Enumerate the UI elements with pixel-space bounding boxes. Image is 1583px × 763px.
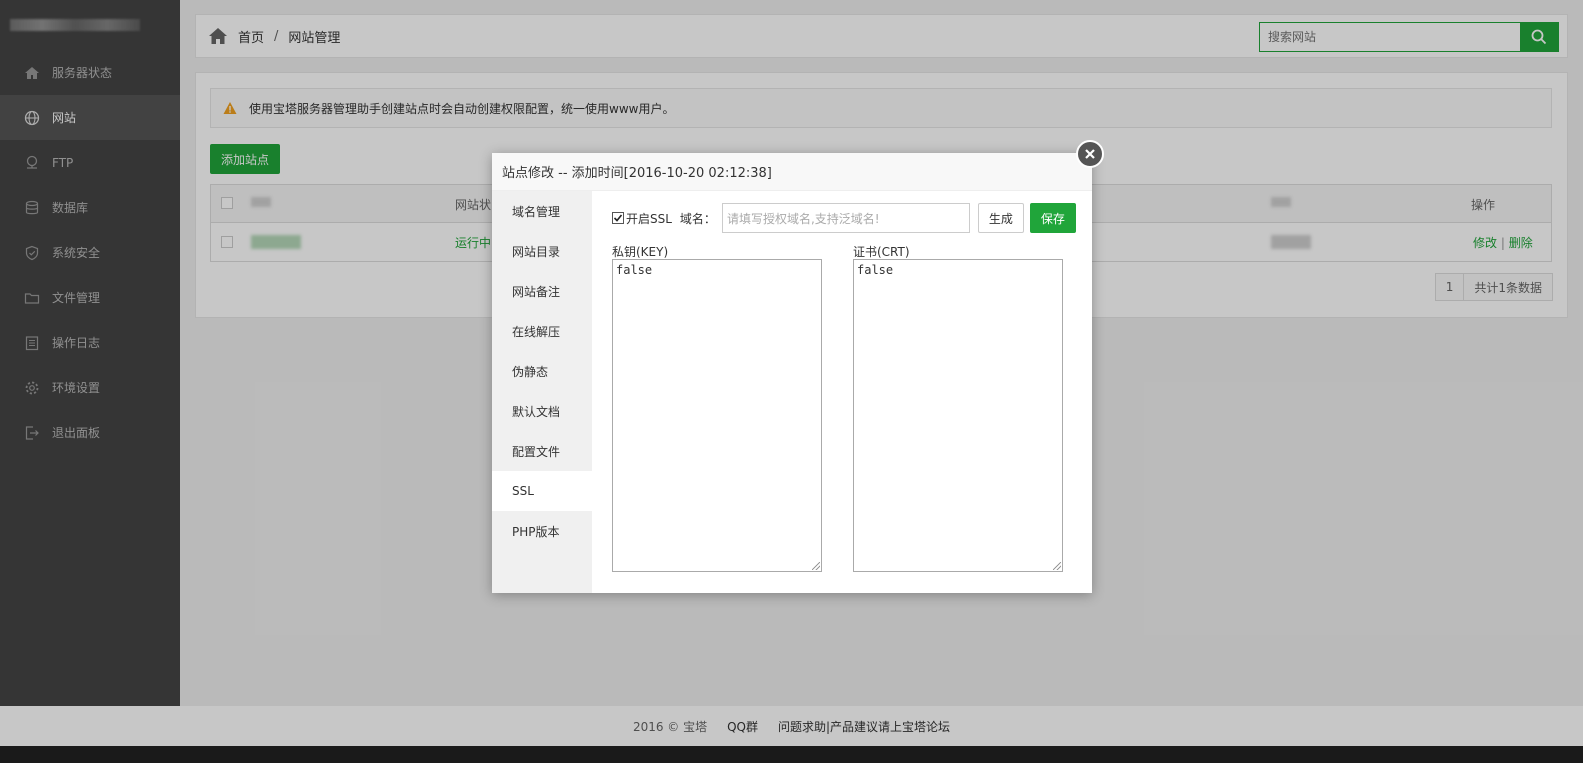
close-icon — [1085, 149, 1095, 159]
save-button[interactable]: 保存 — [1029, 203, 1076, 233]
domain-input[interactable]: 请填写授权域名,支持泛域名! — [721, 203, 970, 233]
tab-unzip[interactable]: 在线解压 — [492, 311, 592, 351]
enable-ssl-label: 开启SSL — [626, 211, 672, 226]
key-textarea[interactable]: false — [612, 259, 822, 572]
tab-domain[interactable]: 域名管理 — [492, 191, 592, 231]
enable-ssl-checkbox[interactable] — [612, 212, 624, 224]
modal-tabs: 域名管理 网站目录 网站备注 在线解压 伪静态 默认文档 配置文件 SSL PH… — [492, 191, 592, 593]
tab-default-doc[interactable]: 默认文档 — [492, 391, 592, 431]
tab-rewrite[interactable]: 伪静态 — [492, 351, 592, 391]
crt-textarea[interactable]: false — [853, 259, 1063, 572]
generate-button[interactable]: 生成 — [977, 203, 1024, 233]
ssl-options-row: 开启SSL 域名： 请填写授权域名,支持泛域名! 生成 保存 — [612, 203, 1076, 233]
close-button[interactable] — [1076, 140, 1104, 168]
tab-directory[interactable]: 网站目录 — [492, 231, 592, 271]
tab-php-version[interactable]: PHP版本 — [492, 511, 592, 551]
tab-config[interactable]: 配置文件 — [492, 431, 592, 471]
crt-label: 证书(CRT) — [853, 245, 910, 259]
key-label: 私钥(KEY) — [612, 245, 669, 259]
check-icon — [613, 214, 623, 222]
modal-title: 站点修改 -- 添加时间[2016-10-20 02:12:38] — [492, 153, 1092, 191]
site-edit-modal: 站点修改 -- 添加时间[2016-10-20 02:12:38] 域名管理 网… — [492, 140, 1104, 593]
ssl-panel: 开启SSL 域名： 请填写授权域名,支持泛域名! 生成 保存 私钥(KEY) f… — [592, 191, 1092, 593]
tab-ssl[interactable]: SSL — [492, 471, 592, 511]
domain-label: 域名： — [679, 211, 716, 226]
tab-notes[interactable]: 网站备注 — [492, 271, 592, 311]
